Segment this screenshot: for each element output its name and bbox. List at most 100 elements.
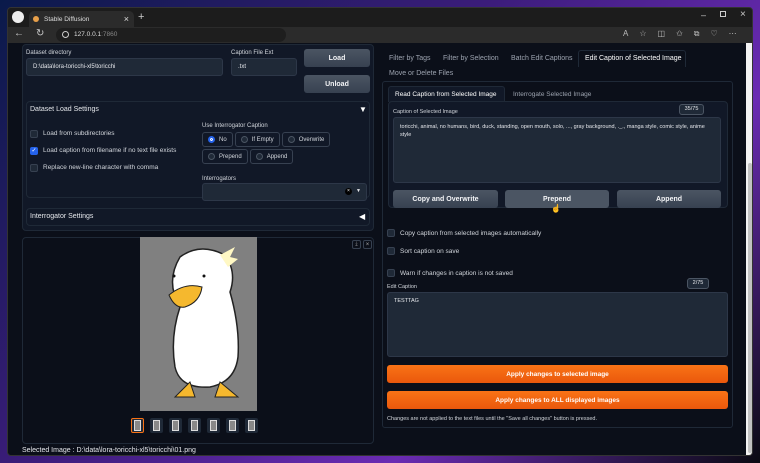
back-icon[interactable]: ←: [14, 28, 24, 39]
copy-overwrite-button[interactable]: Copy and Overwrite: [393, 190, 498, 208]
collapse-triangle-icon[interactable]: ▼: [359, 105, 367, 114]
url-host: 127.0.0.1: [74, 31, 102, 38]
profile-icon[interactable]: [12, 11, 24, 23]
page-scrollbar[interactable]: [746, 43, 752, 455]
gallery-thumbnail[interactable]: [169, 418, 182, 433]
checkbox-warn-unsaved[interactable]: Warn if changes in caption is not saved: [387, 260, 541, 282]
minimize-icon[interactable]: –: [701, 10, 706, 20]
checkbox-copy-auto[interactable]: Copy caption from selected images automa…: [387, 224, 541, 242]
mouse-cursor-icon: ☝: [551, 204, 561, 213]
unload-button[interactable]: Unload: [304, 75, 370, 93]
thumbnail-image: [172, 420, 179, 431]
interrogator-settings-title[interactable]: Interrogator Settings: [30, 213, 93, 220]
checkbox-box[interactable]: [387, 247, 395, 255]
dataset-dir-input[interactable]: D:\data\lora-toricchi-xl5\toricchi: [26, 58, 223, 76]
scrollbar-thumb[interactable]: [748, 163, 752, 453]
checkbox-sort-caption[interactable]: Sort caption on save: [387, 242, 541, 260]
address-bar-row: ← ↻ 127.0.0.1:7860 A☆◫✩⧉♡⋯: [8, 27, 752, 43]
caption-textarea[interactable]: toricchi, animal, no humans, bird, duck,…: [393, 117, 721, 183]
thumbnail-image: [153, 420, 160, 431]
download-icon[interactable]: ⤓: [352, 240, 361, 249]
close-icon[interactable]: ×: [363, 240, 372, 249]
duck-image: [168, 247, 240, 398]
radio-dot[interactable]: [208, 153, 215, 160]
radio-label: Append: [266, 153, 288, 160]
radio-dot[interactable]: [255, 153, 263, 160]
new-tab-icon[interactable]: +: [138, 11, 144, 23]
checkbox-box[interactable]: [30, 163, 38, 172]
checkbox-box[interactable]: ✓: [30, 146, 38, 155]
checkbox-label: Warn if changes in caption is not saved: [400, 269, 513, 277]
tab-batch-edit[interactable]: Batch Edit Captions: [511, 55, 572, 62]
close-window-icon[interactable]: ×: [740, 9, 746, 20]
radio-prepend[interactable]: Prepend: [202, 149, 248, 164]
gallery-thumbnail[interactable]: [226, 418, 239, 433]
checkbox-replace-newline[interactable]: Replace new-line character with comma: [30, 159, 176, 176]
append-button[interactable]: Append: [617, 190, 721, 208]
gallery-thumbnail[interactable]: [150, 418, 163, 433]
tab-filter-by-tags[interactable]: Filter by Tags: [389, 55, 431, 62]
load-settings-title[interactable]: Dataset Load Settings: [30, 106, 99, 113]
url-field[interactable]: 127.0.0.1:7860: [56, 28, 286, 42]
selected-image-preview[interactable]: [140, 237, 257, 411]
tab-edit-caption-label[interactable]: Edit Caption of Selected Image: [585, 55, 682, 62]
radio-no[interactable]: No: [202, 132, 233, 147]
checkbox-label: Sort caption on save: [400, 247, 460, 255]
favicon-icon: [33, 16, 39, 22]
edit-token-counter: 2/75: [687, 278, 709, 289]
caption-label: Caption of Selected Image: [393, 109, 458, 115]
checkbox-caption-from-filename[interactable]: ✓ Load caption from filename if no text f…: [30, 142, 176, 159]
interrogators-label: Interrogators: [202, 176, 237, 182]
gallery-thumbnail[interactable]: [131, 418, 144, 433]
radio-append[interactable]: Append: [249, 149, 294, 164]
interrogators-dropdown[interactable]: × ▼: [202, 183, 367, 201]
checkbox-box[interactable]: [30, 129, 38, 138]
checkbox-label: Copy caption from selected images automa…: [400, 229, 542, 237]
radio-dot[interactable]: [287, 136, 295, 143]
checkbox-box[interactable]: [387, 229, 395, 237]
subtab-read-label[interactable]: Read Caption from Selected Image: [395, 91, 497, 98]
radio-overwrite[interactable]: Overwrite: [281, 132, 331, 147]
tab-filter-by-selection[interactable]: Filter by Selection: [443, 55, 499, 62]
maximize-icon[interactable]: [720, 11, 726, 17]
toolbar-icons[interactable]: A☆◫✩⧉♡⋯: [623, 29, 748, 39]
selected-image-path: Selected Image : D:\data\lora-toricchi-x…: [22, 447, 196, 454]
close-tab-icon[interactable]: ×: [124, 14, 129, 24]
interrogator-radio-group: No If Empty Overwrite Prepend Append: [202, 132, 332, 164]
thumbnail-image: [229, 420, 236, 431]
reload-icon[interactable]: ↻: [36, 28, 44, 39]
apply-selected-button[interactable]: Apply changes to selected image: [387, 365, 728, 383]
gallery-thumbnail[interactable]: [245, 418, 258, 433]
gallery-thumbnail[interactable]: [207, 418, 220, 433]
thumbnail-image: [210, 420, 217, 431]
save-note: Changes are not applied to the text file…: [387, 416, 597, 422]
title-bar: Stable Diffusion × + – ×: [8, 8, 752, 27]
checkbox-subdirectories[interactable]: Load from subdirectories: [30, 125, 176, 142]
load-button[interactable]: Load: [304, 49, 370, 67]
edit-caption-textarea[interactable]: TESTTAG: [387, 292, 728, 357]
radio-if-empty[interactable]: If Empty: [234, 132, 280, 147]
radio-label: If Empty: [251, 136, 274, 143]
browser-tab[interactable]: Stable Diffusion ×: [29, 11, 134, 27]
radio-label: No: [219, 136, 227, 143]
chevron-down-icon[interactable]: ▼: [356, 188, 361, 194]
radio-dot[interactable]: [240, 136, 248, 143]
clear-icon[interactable]: ×: [345, 188, 352, 195]
interrogator-caption-label: Use Interrogator Caption: [202, 123, 268, 129]
checkbox-label: Replace new-line character with comma: [43, 164, 159, 171]
thumbnail-image: [191, 420, 198, 431]
subtab-interrogate[interactable]: Interrogate Selected Image: [513, 91, 591, 98]
tab-title: Stable Diffusion: [44, 16, 90, 23]
expand-triangle-icon[interactable]: ◀: [359, 212, 365, 221]
caption-ext-input[interactable]: .txt: [231, 58, 297, 76]
apply-all-button[interactable]: Apply changes to ALL displayed images: [387, 391, 728, 409]
gallery-thumbnail[interactable]: [188, 418, 201, 433]
radio-label: Prepend: [219, 153, 242, 160]
info-icon: [62, 31, 69, 38]
tab-move-delete[interactable]: Move or Delete Files: [389, 70, 453, 77]
checkbox-label: Load caption from filename if no text fi…: [43, 147, 177, 154]
checkbox-box[interactable]: [387, 269, 395, 277]
radio-label: Overwrite: [298, 136, 325, 143]
caption-ext-label: Caption File Ext: [231, 50, 274, 56]
radio-dot[interactable]: [208, 136, 215, 143]
